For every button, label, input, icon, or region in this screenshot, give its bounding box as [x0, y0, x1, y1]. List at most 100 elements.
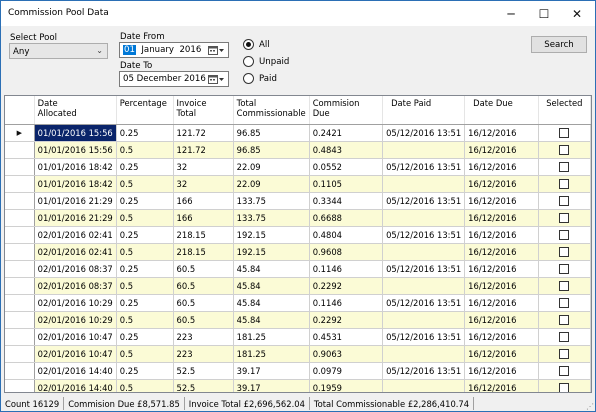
- cell-commission-due[interactable]: 0.4531: [309, 328, 384, 346]
- cell-commission-due[interactable]: 0.2292: [309, 311, 384, 329]
- cell-date-due[interactable]: 16/12/2016: [464, 243, 539, 261]
- cell-percentage[interactable]: 0.25: [116, 124, 174, 142]
- cell-total-commissionable[interactable]: 45.84: [233, 294, 310, 312]
- cell-date-allocated[interactable]: 01/01/2016 15:56: [34, 124, 117, 142]
- cell-date-due[interactable]: 16/12/2016: [464, 311, 539, 329]
- selected-checkbox[interactable]: [559, 280, 570, 291]
- cell-total-commissionable[interactable]: 96.85: [233, 124, 310, 142]
- selected-checkbox[interactable]: [559, 365, 570, 376]
- cell-date-allocated[interactable]: 02/01/2016 10:47: [34, 328, 117, 346]
- date-from-day-segment[interactable]: 01: [123, 45, 136, 55]
- row-header[interactable]: ▶: [5, 124, 35, 142]
- row-header[interactable]: [5, 277, 35, 295]
- cell-invoice-total[interactable]: 60.5: [173, 294, 234, 312]
- cell-date-allocated[interactable]: 02/01/2016 10:29: [34, 311, 117, 329]
- selected-checkbox[interactable]: [559, 229, 570, 240]
- cell-date-due[interactable]: 16/12/2016: [464, 379, 539, 392]
- selected-checkbox[interactable]: [559, 331, 570, 342]
- cell-date-due[interactable]: 16/12/2016: [464, 294, 539, 312]
- radio-unpaid[interactable]: Unpaid: [243, 56, 289, 67]
- cell-commission-due[interactable]: 0.1146: [309, 294, 384, 312]
- cell-invoice-total[interactable]: 60.5: [173, 311, 234, 329]
- row-header[interactable]: [5, 311, 35, 329]
- cell-commission-due[interactable]: 0.2292: [309, 277, 384, 295]
- table-row[interactable]: ▶ 01/01/2016 15:56 0.25 121.72 96.85 0.2421 05…: [5, 124, 591, 142]
- cell-invoice-total[interactable]: 60.5: [173, 260, 234, 278]
- column-header[interactable]: Selected: [538, 96, 591, 125]
- row-header[interactable]: [5, 362, 35, 380]
- maximize-button[interactable]: ☐: [528, 1, 560, 26]
- cell-date-paid[interactable]: 05/12/2016 13:51: [382, 328, 466, 346]
- cell-total-commissionable[interactable]: 192.15: [233, 226, 310, 244]
- table-row[interactable]: 02/01/2016 10:47 0.25 223 181.25 0.4531 05/12…: [5, 328, 591, 346]
- cell-total-commissionable[interactable]: 45.84: [233, 277, 310, 295]
- cell-percentage[interactable]: 0.5: [116, 379, 174, 392]
- row-header[interactable]: [5, 209, 35, 227]
- selected-checkbox[interactable]: [559, 178, 570, 189]
- cell-commission-due[interactable]: 0.2421: [309, 124, 384, 142]
- cell-invoice-total[interactable]: 121.72: [173, 141, 234, 159]
- cell-total-commissionable[interactable]: 39.17: [233, 379, 310, 392]
- selected-checkbox[interactable]: [559, 314, 570, 325]
- cell-date-due[interactable]: 16/12/2016: [464, 158, 539, 176]
- selected-checkbox[interactable]: [559, 246, 570, 257]
- table-row[interactable]: 01/01/2016 21:29 0.25 166 133.75 0.3344 05/12…: [5, 192, 591, 210]
- cell-date-paid[interactable]: [382, 345, 466, 363]
- calendar-icon[interactable]: [208, 73, 225, 85]
- selected-checkbox[interactable]: [559, 348, 570, 359]
- cell-date-due[interactable]: 16/12/2016: [464, 362, 539, 380]
- close-button[interactable]: ✕: [561, 1, 593, 26]
- row-header[interactable]: [5, 379, 35, 392]
- cell-date-paid[interactable]: 05/12/2016 13:51: [382, 192, 466, 210]
- selected-checkbox[interactable]: [559, 161, 570, 172]
- cell-commission-due[interactable]: 0.1959: [309, 379, 384, 392]
- cell-commission-due[interactable]: 0.6688: [309, 209, 384, 227]
- cell-date-allocated[interactable]: 01/01/2016 18:42: [34, 175, 117, 193]
- cell-date-paid[interactable]: 05/12/2016 13:51: [382, 226, 466, 244]
- cell-total-commissionable[interactable]: 133.75: [233, 192, 310, 210]
- cell-date-paid[interactable]: 05/12/2016 13:51: [382, 158, 466, 176]
- cell-total-commissionable[interactable]: 45.84: [233, 311, 310, 329]
- cell-invoice-total[interactable]: 32: [173, 158, 234, 176]
- table-row[interactable]: 02/01/2016 10:29 0.5 60.5 45.84 0.2292 16/12/…: [5, 311, 591, 329]
- row-header[interactable]: [5, 243, 35, 261]
- cell-invoice-total[interactable]: 166: [173, 209, 234, 227]
- cell-date-due[interactable]: 16/12/2016: [464, 277, 539, 295]
- cell-date-due[interactable]: 16/12/2016: [464, 345, 539, 363]
- cell-date-due[interactable]: 16/12/2016: [464, 328, 539, 346]
- cell-commission-due[interactable]: 0.1146: [309, 260, 384, 278]
- cell-total-commissionable[interactable]: 22.09: [233, 158, 310, 176]
- column-header[interactable]: Percentage: [116, 96, 174, 125]
- cell-invoice-total[interactable]: 218.15: [173, 243, 234, 261]
- cell-date-allocated[interactable]: 02/01/2016 02:41: [34, 243, 117, 261]
- row-header[interactable]: [5, 328, 35, 346]
- cell-total-commissionable[interactable]: 133.75: [233, 209, 310, 227]
- cell-percentage[interactable]: 0.25: [116, 260, 174, 278]
- table-row[interactable]: 02/01/2016 08:37 0.5 60.5 45.84 0.2292 16/12/…: [5, 277, 591, 295]
- cell-percentage[interactable]: 0.25: [116, 226, 174, 244]
- table-row[interactable]: 02/01/2016 10:29 0.25 60.5 45.84 0.1146 05/12…: [5, 294, 591, 312]
- table-row[interactable]: 01/01/2016 21:29 0.5 166 133.75 0.6688 16/12/…: [5, 209, 591, 227]
- cell-percentage[interactable]: 0.5: [116, 277, 174, 295]
- cell-date-allocated[interactable]: 01/01/2016 18:42: [34, 158, 117, 176]
- cell-date-due[interactable]: 16/12/2016: [464, 192, 539, 210]
- cell-total-commissionable[interactable]: 39.17: [233, 362, 310, 380]
- cell-date-allocated[interactable]: 02/01/2016 08:37: [34, 277, 117, 295]
- cell-date-paid[interactable]: 05/12/2016 13:51: [382, 294, 466, 312]
- cell-date-due[interactable]: 16/12/2016: [464, 209, 539, 227]
- cell-percentage[interactable]: 0.5: [116, 175, 174, 193]
- cell-date-allocated[interactable]: 01/01/2016 21:29: [34, 209, 117, 227]
- cell-total-commissionable[interactable]: 192.15: [233, 243, 310, 261]
- cell-commission-due[interactable]: 0.0552: [309, 158, 384, 176]
- cell-commission-due[interactable]: 0.4843: [309, 141, 384, 159]
- search-button[interactable]: Search: [531, 36, 587, 53]
- cell-date-allocated[interactable]: 02/01/2016 14:40: [34, 362, 117, 380]
- column-header[interactable]: Invoice Total: [173, 96, 234, 125]
- cell-date-paid[interactable]: [382, 141, 466, 159]
- cell-date-allocated[interactable]: 02/01/2016 14:40: [34, 379, 117, 392]
- row-header[interactable]: [5, 141, 35, 159]
- table-row[interactable]: 02/01/2016 02:41 0.25 218.15 192.15 0.4804 05…: [5, 226, 591, 244]
- selected-checkbox[interactable]: [559, 127, 570, 138]
- cell-total-commissionable[interactable]: 181.25: [233, 328, 310, 346]
- table-row[interactable]: 01/01/2016 18:42 0.5 32 22.09 0.1105 16/12/20…: [5, 175, 591, 193]
